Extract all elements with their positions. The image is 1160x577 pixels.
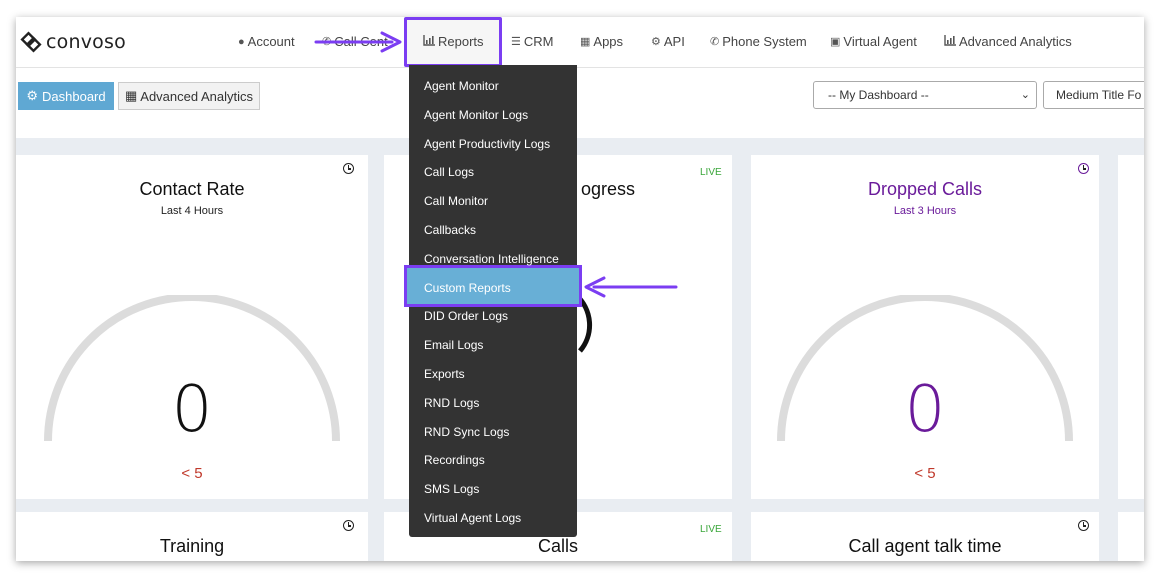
reports-menu-item[interactable]: Email Logs [409,330,577,359]
convoso-logo-icon [20,31,42,53]
gear-icon: ⚙ [651,36,661,48]
nav-apps[interactable]: ▦ Apps [580,34,623,49]
dashboard-button[interactable]: ⚙ Dashboard [18,82,114,110]
reports-menu-item[interactable]: Conversation Intelligence [409,244,577,273]
card-training: Training [16,512,368,561]
annotation-arrow-custom-reports [584,276,678,298]
card-title: Call agent talk time [848,536,1002,556]
reports-menu-item[interactable]: Recordings [409,445,577,474]
gear-icon: ⚙ [26,88,39,103]
phone-icon: ✆ [710,36,720,48]
advanced-analytics-button[interactable]: ▦ Advanced Analytics [118,82,260,110]
reports-menu-item[interactable]: Exports [409,359,577,388]
nav-reports[interactable]: Reports [423,34,484,49]
grid-icon: ▦ [124,88,138,103]
card-dropped-calls: Dropped Calls Last 3 Hours 0 < 5 [751,155,1099,499]
reports-menu-item[interactable]: Agent Monitor Logs [409,100,577,129]
reports-menu-item[interactable]: Custom Reports [409,273,577,302]
clock-icon [1078,520,1089,531]
logo-text: convoso [46,31,126,53]
clock-icon [343,163,354,174]
nav-advanced-analytics[interactable]: Advanced Analytics [944,34,1072,49]
live-badge: LIVE [700,524,722,535]
bar-chart-icon [944,34,956,49]
reports-menu-item[interactable]: Agent Monitor [409,71,577,100]
nav-phone-system[interactable]: ✆ Phone System [710,34,807,49]
annotation-arrow-reports [314,31,402,53]
reports-menu-item[interactable]: Call Monitor [409,186,577,215]
card-subtitle: Last 4 Hours [160,205,224,217]
bar-chart-icon [423,34,435,49]
logo[interactable]: convoso [20,31,126,53]
top-nav: convoso ● Account ✆ Call Cent Reports ☰ … [16,17,1144,68]
nav-account[interactable]: ● Account [238,34,295,49]
app-window: convoso ● Account ✆ Call Cent Reports ☰ … [16,17,1144,561]
nav-api[interactable]: ⚙ API [651,34,685,49]
reports-menu-item[interactable]: SMS Logs [409,474,577,503]
gauge-threshold: < 5 [181,465,203,482]
reports-menu-item[interactable]: Call Logs [409,157,577,186]
grid-icon: ▦ [580,36,591,48]
gauge-value: 0 [171,373,213,447]
reports-menu-item[interactable]: Agent Productivity Logs [409,129,577,158]
reports-menu-item[interactable]: RND Logs [409,388,577,417]
reports-menu-item[interactable]: RND Sync Logs [409,417,577,446]
card-partial-right [1118,155,1144,499]
gauge-value: 0 [904,373,946,447]
nav-virtual-agent[interactable]: ▣ Virtual Agent [830,34,917,49]
card-title: Training [159,536,225,556]
card-title: ogress [581,179,636,199]
list-icon: ☰ [511,36,521,48]
card-title: Calls [537,536,578,556]
dashboard-toolbar: ⚙ Dashboard ▦ Advanced Analytics -- My D… [16,68,1144,138]
nav-crm[interactable]: ☰ CRM [511,34,553,49]
card-subtitle: Last 3 Hours [893,205,957,217]
card-partial-right [1118,512,1144,561]
monitor-icon: ▣ [830,36,841,48]
clock-icon [1078,163,1089,174]
reports-menu-item[interactable]: DID Order Logs [409,301,577,330]
card-contact-rate: Contact Rate Last 4 Hours 0 < 5 [16,155,368,499]
reports-menu-item[interactable]: Callbacks [409,215,577,244]
gauge-threshold: < 5 [914,465,936,482]
dashboard-select[interactable]: -- My Dashboard -- ⌄ [813,81,1037,109]
title-font-select[interactable]: Medium Title Fo [1043,81,1144,109]
card-title: Contact Rate [139,179,245,199]
card-title: Dropped Calls [867,179,983,199]
chevron-down-icon: ⌄ [1020,89,1030,101]
user-icon: ● [238,35,245,48]
reports-menu-item[interactable]: Virtual Agent Logs [409,503,577,532]
card-talk-time: Call agent talk time [751,512,1099,561]
clock-icon [343,520,354,531]
live-badge: LIVE [700,167,722,178]
